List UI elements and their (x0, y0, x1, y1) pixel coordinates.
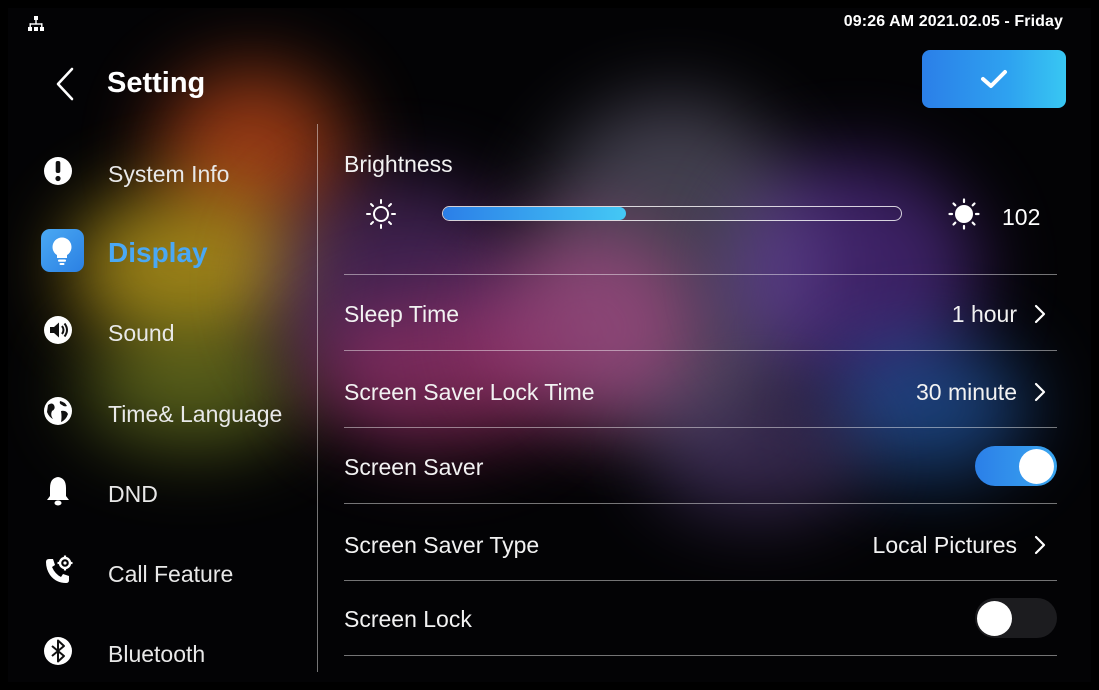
screen-lock-row: Screen Lock (344, 581, 1057, 657)
chevron-left-icon[interactable] (52, 64, 82, 104)
sidebar-item-label: System Info (108, 161, 230, 187)
sidebar-item-label: Time& Language (108, 401, 283, 427)
screen-saver-type-value: Local Pictures (872, 532, 1017, 558)
sleep-time-value: 1 hour (951, 301, 1017, 327)
page-title: Setting (107, 67, 206, 99)
chevron-right-icon (1034, 382, 1046, 402)
phone-gear-icon (46, 555, 73, 583)
screen-saver-type-row[interactable]: Screen Saver Type Local Pictures (344, 504, 1057, 580)
chevron-right-icon (1034, 535, 1046, 555)
screen-lock-label: Screen Lock (344, 606, 472, 632)
network-icon (28, 16, 44, 31)
sidebar-item-sound[interactable]: Sound (8, 300, 308, 360)
speaker-icon (44, 316, 72, 344)
sun-high-icon (948, 198, 980, 230)
sidebar-item-label: Sound (108, 320, 175, 346)
settings-sidebar: System Info Display Sound Time& Language… (8, 128, 318, 673)
status-bar: 09:26 AM 2021.02.05 - Friday (8, 8, 1091, 36)
chevron-right-icon (1034, 304, 1046, 324)
bell-icon (47, 477, 69, 506)
globe-icon (44, 397, 72, 425)
brightness-value: 102 (1002, 204, 1041, 230)
sidebar-item-system-info[interactable]: System Info (8, 141, 308, 201)
datetime-text: 09:26 AM 2021.02.05 - Friday (843, 13, 1063, 30)
device-screen: 09:26 AM 2021.02.05 - Friday Setting Sys… (8, 8, 1091, 682)
toggle-knob (977, 601, 1012, 636)
sidebar-item-bluetooth[interactable]: Bluetooth (8, 621, 308, 681)
sidebar-item-dnd[interactable]: DND (8, 461, 308, 521)
brightness-slider-fill (443, 207, 627, 220)
row-divider (344, 655, 1057, 656)
screen-saver-row: Screen Saver (344, 428, 1057, 504)
sleep-time-row[interactable]: Sleep Time 1 hour (344, 275, 1057, 351)
screen-saver-lock-time-row[interactable]: Screen Saver Lock Time 30 minute (344, 351, 1057, 427)
screen-saver-lock-time-label: Screen Saver Lock Time (344, 379, 595, 405)
sidebar-item-label: DND (108, 481, 158, 507)
brightness-slider[interactable] (442, 206, 902, 221)
screen-saver-toggle[interactable] (975, 446, 1057, 486)
sidebar-item-label: Bluetooth (108, 641, 206, 667)
sidebar-divider (317, 124, 318, 672)
checkmark-icon (981, 70, 1007, 88)
screen-saver-label: Screen Saver (344, 454, 484, 480)
screen-lock-toggle[interactable] (975, 598, 1057, 638)
sidebar-item-time-language[interactable]: Time& Language (8, 381, 308, 441)
sleep-time-label: Sleep Time (344, 301, 460, 327)
sidebar-item-call-feature[interactable]: Call Feature (8, 541, 308, 601)
sidebar-item-label: Display (108, 237, 208, 268)
screen-saver-type-label: Screen Saver Type (344, 532, 540, 558)
confirm-button[interactable] (922, 50, 1066, 108)
screen-saver-lock-time-value: 30 minute (915, 379, 1017, 405)
sun-low-icon (366, 199, 396, 229)
toggle-knob (1019, 449, 1054, 484)
bluetooth-icon (44, 637, 72, 665)
sidebar-item-label: Call Feature (108, 561, 234, 587)
brightness-label: Brightness (344, 151, 453, 177)
sidebar-item-display[interactable]: Display (8, 220, 308, 280)
info-icon (44, 157, 72, 185)
lightbulb-icon (52, 237, 72, 265)
